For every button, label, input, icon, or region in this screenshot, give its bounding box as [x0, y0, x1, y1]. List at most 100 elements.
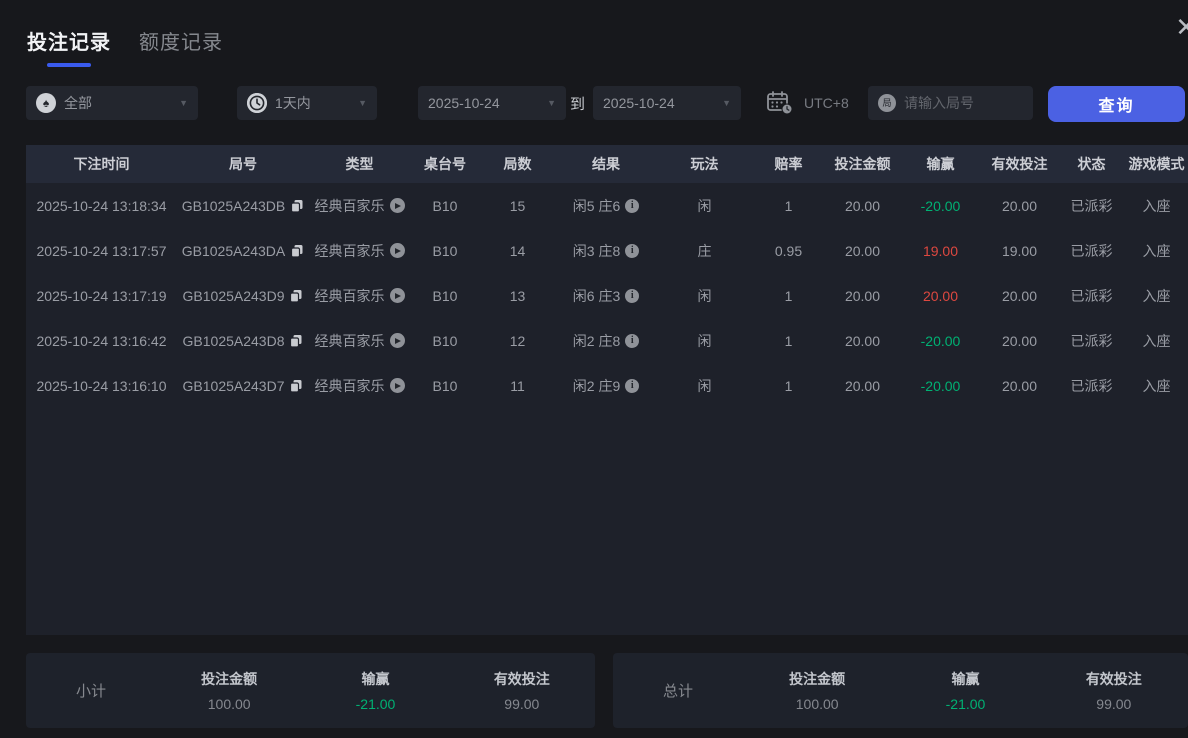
- play: 闲: [657, 376, 752, 396]
- subtotal-win-loss: 输赢 -21.00: [302, 669, 448, 712]
- bet-time: 2025-10-24 13:16:10: [26, 378, 177, 394]
- copy-icon[interactable]: [290, 244, 304, 258]
- video-replay-icon[interactable]: [390, 333, 405, 348]
- table-row: 2025-10-24 13:16:10 GB1025A243D7 经典百家乐 B…: [26, 363, 1188, 408]
- round-id: GB1025A243D8: [183, 333, 285, 349]
- result: 闲5 庄6: [573, 196, 620, 216]
- table-row: 2025-10-24 13:16:42 GB1025A243D8 经典百家乐 B…: [26, 318, 1188, 363]
- result-cell: 闲2 庄8 i: [555, 331, 657, 351]
- date-from-select[interactable]: 2025-10-24 ▼: [418, 86, 566, 120]
- video-replay-icon[interactable]: [390, 378, 405, 393]
- header-win-loss: 输赢: [900, 154, 981, 174]
- date-to-select[interactable]: 2025-10-24 ▼: [593, 86, 741, 120]
- timezone-label: UTC+8: [804, 95, 849, 111]
- copy-icon[interactable]: [289, 334, 303, 348]
- status: 已派彩: [1058, 376, 1125, 396]
- round-badge-icon: 局: [878, 94, 896, 112]
- round-no: 12: [480, 333, 555, 349]
- total-label: 总计: [613, 680, 743, 701]
- tab-betting-records[interactable]: 投注记录: [27, 26, 111, 67]
- header-result: 结果: [555, 154, 657, 174]
- bet-time: 2025-10-24 13:17:57: [26, 243, 177, 259]
- table-row: 2025-10-24 13:17:19 GB1025A243D9 经典百家乐 B…: [26, 273, 1188, 318]
- round-id: GB1025A243DB: [182, 198, 286, 214]
- round-id: GB1025A243DA: [182, 243, 286, 259]
- calendar-clock-icon[interactable]: [766, 90, 794, 116]
- table-row: 2025-10-24 13:18:34 GB1025A243DB 经典百家乐 B…: [26, 183, 1188, 228]
- result: 闲6 庄3: [573, 286, 620, 306]
- bet-time: 2025-10-24 13:18:34: [26, 198, 177, 214]
- game-type-select[interactable]: ♠ 全部 ▼: [26, 86, 198, 120]
- game-type: 经典百家乐: [315, 331, 385, 351]
- game-mode: 入座: [1125, 376, 1188, 396]
- round-search-input[interactable]: [904, 95, 1023, 111]
- table-header-row: 下注时间 局号 类型 桌台号 局数 结果 玩法 赔率 投注金额 输赢 有效投注 …: [26, 145, 1188, 183]
- header-round-no: 局数: [480, 154, 555, 174]
- video-replay-icon[interactable]: [390, 198, 405, 213]
- copy-icon[interactable]: [289, 379, 303, 393]
- chevron-down-icon: ▼: [547, 98, 556, 108]
- table-body: 2025-10-24 13:18:34 GB1025A243DB 经典百家乐 B…: [26, 183, 1188, 635]
- tab-betting-records-label: 投注记录: [27, 32, 111, 54]
- header-game-mode: 游戏模式: [1125, 154, 1188, 174]
- info-icon[interactable]: i: [625, 379, 639, 393]
- bet-time: 2025-10-24 13:16:42: [26, 333, 177, 349]
- tab-quota-records[interactable]: 额度记录: [139, 26, 223, 67]
- status: 已派彩: [1058, 331, 1125, 351]
- round-no: 11: [480, 378, 555, 394]
- info-icon[interactable]: i: [625, 334, 639, 348]
- play: 闲: [657, 196, 752, 216]
- total-win-loss: 输赢 -21.00: [891, 669, 1039, 712]
- round-no: 15: [480, 198, 555, 214]
- valid-bet: 20.00: [981, 378, 1058, 394]
- round-id: GB1025A243D9: [183, 288, 285, 304]
- date-to-label: 到: [570, 86, 585, 120]
- header-round-id: 局号: [177, 154, 309, 174]
- video-replay-icon[interactable]: [390, 288, 405, 303]
- info-icon[interactable]: i: [625, 244, 639, 258]
- valid-bet: 19.00: [981, 243, 1058, 259]
- game-mode: 入座: [1125, 241, 1188, 261]
- result-cell: 闲6 庄3 i: [555, 286, 657, 306]
- game-type: 经典百家乐: [315, 241, 385, 261]
- valid-bet: 20.00: [981, 288, 1058, 304]
- round-no: 13: [480, 288, 555, 304]
- query-button[interactable]: 查询: [1048, 86, 1185, 122]
- header-game-type: 类型: [309, 154, 410, 174]
- video-replay-icon[interactable]: [390, 243, 405, 258]
- close-icon[interactable]: ✕: [1175, 14, 1188, 40]
- result: 闲3 庄8: [573, 241, 620, 261]
- bet-amount: 20.00: [825, 378, 900, 394]
- header-bet-time: 下注时间: [26, 154, 177, 174]
- valid-bet: 20.00: [981, 333, 1058, 349]
- round-id-cell: GB1025A243D8: [177, 333, 309, 349]
- copy-icon[interactable]: [290, 199, 304, 213]
- info-icon[interactable]: i: [625, 199, 639, 213]
- table-no: B10: [410, 288, 480, 304]
- round-id-cell: GB1025A243DB: [177, 198, 309, 214]
- bet-amount: 20.00: [825, 288, 900, 304]
- tabs: 投注记录 额度记录: [27, 26, 223, 67]
- info-icon[interactable]: i: [625, 289, 639, 303]
- time-range-select[interactable]: 1天内 ▼: [237, 86, 377, 120]
- win-loss: 19.00: [900, 243, 981, 259]
- game-type-cell: 经典百家乐: [309, 376, 410, 396]
- round-id: GB1025A243D7: [183, 378, 285, 394]
- round-search-field[interactable]: 局: [868, 86, 1033, 120]
- header-play: 玩法: [657, 154, 752, 174]
- win-loss: 20.00: [900, 288, 981, 304]
- result: 闲2 庄9: [573, 376, 620, 396]
- round-id-cell: GB1025A243D7: [177, 378, 309, 394]
- status: 已派彩: [1058, 196, 1125, 216]
- time-range-select-value: 1天内: [275, 93, 311, 113]
- total-bet-amount: 投注金额 100.00: [743, 669, 891, 712]
- status: 已派彩: [1058, 241, 1125, 261]
- table-row: 2025-10-24 13:17:57 GB1025A243DA 经典百家乐 B…: [26, 228, 1188, 273]
- header-valid-bet: 有效投注: [981, 154, 1058, 174]
- game-type-select-value: 全部: [64, 93, 92, 113]
- date-to-value: 2025-10-24: [603, 95, 675, 111]
- copy-icon[interactable]: [289, 289, 303, 303]
- header-odds: 赔率: [752, 154, 825, 174]
- chevron-down-icon: ▼: [179, 98, 188, 108]
- game-type: 经典百家乐: [315, 376, 385, 396]
